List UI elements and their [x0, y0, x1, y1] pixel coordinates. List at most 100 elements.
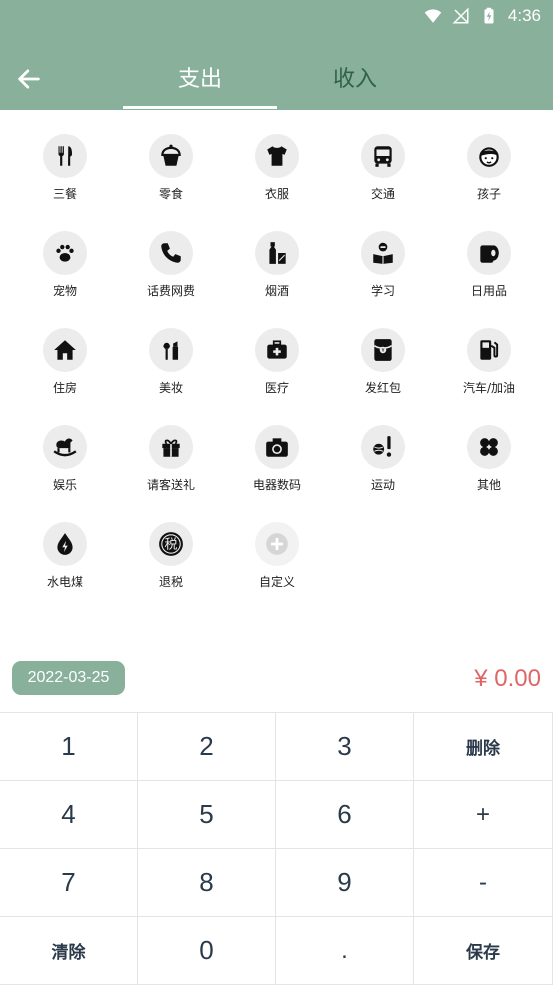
tab-income[interactable]: 收入 — [278, 62, 432, 102]
utility-drop-icon — [43, 522, 87, 566]
key-5[interactable]: 5 — [138, 781, 276, 849]
back-arrow-icon — [18, 69, 40, 89]
status-bar: 4:36 — [424, 0, 553, 32]
category-item[interactable]: 医疗 — [224, 306, 330, 396]
category-label: 发红包 — [364, 381, 401, 395]
key-8[interactable]: 8 — [138, 849, 276, 917]
category-item[interactable]: 汽车/加油 — [436, 306, 542, 396]
keypad: 1 2 3 删除 4 5 6 +7 8 9- 清除 0. 保存 — [0, 712, 553, 985]
category-item[interactable]: 美妆 — [118, 306, 224, 396]
category-item[interactable]: 零食 — [118, 112, 224, 202]
reading-icon — [361, 231, 405, 275]
key-7[interactable]: 7 — [0, 849, 138, 917]
key-2[interactable]: 2 — [138, 713, 276, 781]
red-envelope-icon: ¥ — [361, 328, 405, 372]
medical-kit-icon — [255, 328, 299, 372]
category-label: 水电煤 — [46, 575, 83, 589]
camera-icon — [255, 425, 299, 469]
category-label: 话费网费 — [146, 284, 195, 298]
save-button[interactable]: 保存 — [414, 917, 553, 985]
category-label: 自定义 — [258, 575, 295, 589]
category-item[interactable]: 学习 — [330, 209, 436, 299]
house-icon — [43, 328, 87, 372]
bus-icon — [361, 134, 405, 178]
signal-icon — [452, 7, 469, 24]
category-item[interactable]: 衣服 — [224, 112, 330, 202]
key-4[interactable]: 4 — [0, 781, 138, 849]
category-label: 汽车/加油 — [462, 381, 516, 395]
category-item[interactable]: 宠物 — [12, 209, 118, 299]
key-6[interactable]: 6 — [276, 781, 414, 849]
category-label: 日用品 — [470, 284, 507, 298]
category-label: 零食 — [158, 187, 183, 201]
status-time: 4:36 — [507, 6, 541, 25]
key-3[interactable]: 3 — [276, 713, 414, 781]
delete-button[interactable]: 删除 — [414, 713, 553, 781]
minus-button[interactable]: - — [414, 849, 553, 917]
tissue-roll-icon — [467, 231, 511, 275]
plus-button[interactable]: + — [414, 781, 553, 849]
tshirt-icon — [255, 134, 299, 178]
date-picker-button[interactable]: 2022-03-25 — [12, 661, 125, 695]
bottle-icon — [255, 231, 299, 275]
category-item[interactable]: 自定义 — [224, 500, 330, 590]
category-label: 医疗 — [264, 381, 289, 395]
phone-icon — [149, 231, 193, 275]
back-button[interactable] — [12, 62, 46, 96]
utensils-icon — [43, 134, 87, 178]
svg-text:¥: ¥ — [381, 348, 384, 354]
tax-icon: 税 — [149, 522, 193, 566]
clear-button[interactable]: 清除 — [0, 917, 138, 985]
category-label: 三餐 — [52, 187, 77, 201]
dot-button[interactable]: . — [276, 917, 414, 985]
sports-icon — [361, 425, 405, 469]
gift-icon — [149, 425, 193, 469]
category-label: 娱乐 — [52, 478, 77, 492]
category-label: 电器数码 — [252, 478, 301, 492]
svg-text:税: 税 — [164, 537, 177, 552]
category-item[interactable]: 请客送礼 — [118, 403, 224, 493]
category-item[interactable]: 日用品 — [436, 209, 542, 299]
category-label: 其他 — [476, 478, 501, 492]
category-item[interactable]: 运动 — [330, 403, 436, 493]
category-label: 孩子 — [476, 187, 501, 201]
category-label: 美妆 — [158, 381, 183, 395]
amount-display: ¥ 0.00 — [474, 665, 541, 692]
wifi-icon — [424, 9, 442, 23]
tab-expense[interactable]: 支出 — [123, 62, 277, 102]
makeup-icon — [149, 328, 193, 372]
cupcake-icon — [149, 134, 193, 178]
category-item[interactable]: 电器数码 — [224, 403, 330, 493]
category-label: 学习 — [370, 284, 395, 298]
category-label: 住房 — [52, 381, 77, 395]
battery-icon — [484, 7, 494, 24]
key-1[interactable]: 1 — [0, 713, 138, 781]
gas-pump-icon — [467, 328, 511, 372]
category-item[interactable]: 水电煤 — [12, 500, 118, 590]
category-item[interactable]: 住房 — [12, 306, 118, 396]
key-9[interactable]: 9 — [276, 849, 414, 917]
paw-icon — [43, 231, 87, 275]
category-item[interactable]: 交通 — [330, 112, 436, 202]
category-label: 衣服 — [264, 187, 289, 201]
category-item[interactable]: 三餐 — [12, 112, 118, 202]
tab-indicator — [123, 106, 277, 109]
category-label: 退税 — [158, 575, 183, 589]
category-item[interactable]: 烟酒 — [224, 209, 330, 299]
category-item[interactable]: ¥ 发红包 — [330, 306, 436, 396]
category-item[interactable]: 话费网费 — [118, 209, 224, 299]
clover-icon — [467, 425, 511, 469]
category-item[interactable]: 其他 — [436, 403, 542, 493]
key-0[interactable]: 0 — [138, 917, 276, 985]
category-label: 请客送礼 — [146, 478, 195, 492]
child-face-icon — [467, 134, 511, 178]
category-label: 交通 — [370, 187, 395, 201]
app-header: 4:36 支出 收入 — [0, 0, 553, 110]
add-icon — [255, 522, 299, 566]
category-label: 烟酒 — [264, 284, 289, 298]
rocking-horse-icon — [43, 425, 87, 469]
category-item[interactable]: 孩子 — [436, 112, 542, 202]
category-item[interactable]: 娱乐 — [12, 403, 118, 493]
category-label: 宠物 — [52, 284, 77, 298]
category-item[interactable]: 税退税 — [118, 500, 224, 590]
